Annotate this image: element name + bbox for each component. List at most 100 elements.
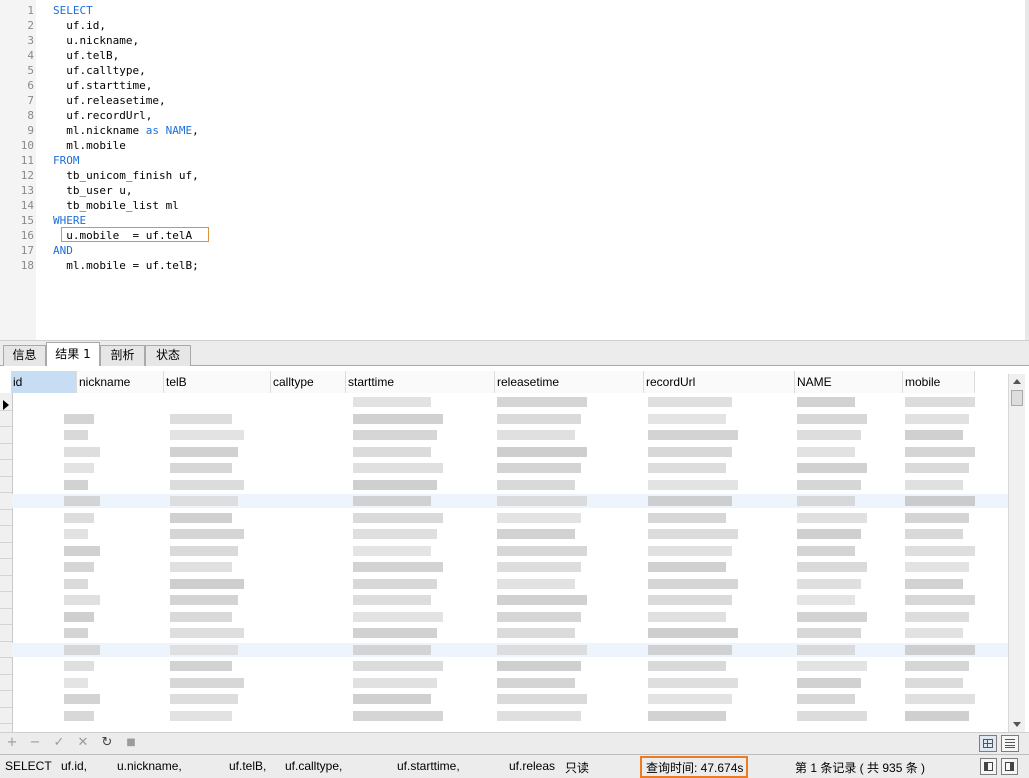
- code-line[interactable]: tb_unicom_finish uf,: [53, 168, 198, 183]
- redacted-cell: [797, 644, 855, 655]
- code-line[interactable]: u.nickname,: [53, 33, 139, 48]
- column-header-name[interactable]: NAME: [795, 371, 903, 393]
- readonly-indicator: 只读: [565, 761, 590, 775]
- code-line[interactable]: uf.releasetime,: [53, 93, 165, 108]
- column-header-mobile[interactable]: mobile: [903, 371, 975, 393]
- redacted-cell: [905, 694, 975, 704]
- redacted-cell: [170, 562, 232, 572]
- status-query-text: uf.releas: [509, 759, 556, 773]
- redacted-cell: [648, 611, 726, 622]
- column-header-id[interactable]: id: [11, 371, 77, 393]
- redacted-cell: [797, 677, 861, 688]
- right-pane-toggle-button[interactable]: [1001, 758, 1018, 775]
- add-record-icon[interactable]: +: [4, 735, 20, 751]
- redacted-cell: [170, 677, 244, 688]
- row-separator: [0, 492, 12, 493]
- redacted-cell: [797, 562, 867, 572]
- form-view-icon: [1005, 739, 1015, 748]
- scroll-up-arrow-icon[interactable]: [1013, 379, 1021, 384]
- sql-text: ,: [192, 124, 199, 137]
- sql-text: uf.telB,: [53, 49, 120, 62]
- sql-text: uf.id,: [53, 19, 106, 32]
- scroll-down-arrow-icon[interactable]: [1013, 722, 1021, 727]
- grid-vertical-scrollbar[interactable]: [1008, 374, 1025, 732]
- stop-icon[interactable]: ■: [123, 735, 139, 751]
- tab-status[interactable]: 状态: [145, 345, 191, 366]
- line-number: 3: [27, 34, 34, 47]
- code-line[interactable]: WHERE: [53, 213, 86, 228]
- grid-view-button[interactable]: [979, 735, 997, 752]
- redacted-cell: [497, 413, 581, 424]
- grid-header: id nickname telB calltype starttime rele…: [0, 371, 1010, 393]
- tab-info[interactable]: 信息: [3, 345, 46, 366]
- redacted-cell: [905, 661, 969, 671]
- redacted-cell: [64, 628, 88, 638]
- redacted-cell: [170, 430, 244, 440]
- redacted-cell: [905, 479, 963, 490]
- redacted-cell: [170, 479, 244, 490]
- column-header-starttime[interactable]: starttime: [346, 371, 495, 393]
- redacted-cell: [64, 710, 94, 721]
- redacted-cell: [905, 446, 975, 457]
- redacted-cell: [353, 463, 443, 473]
- left-pane-toggle-button[interactable]: [980, 758, 997, 775]
- code-line[interactable]: AND: [53, 243, 73, 258]
- column-header-nickname[interactable]: nickname: [77, 371, 164, 393]
- column-header-telb[interactable]: telB: [164, 371, 271, 393]
- redacted-cell: [797, 496, 855, 506]
- tab-result-1[interactable]: 结果 1: [46, 342, 100, 367]
- code-line[interactable]: uf.telB,: [53, 48, 119, 63]
- sql-editor[interactable]: 1 2 3 4 5 6 7 8 9 10 11 12 13 14 15 16 17 18 SELECT uf.id…: [0, 0, 1029, 340]
- redacted-cell: [648, 628, 738, 638]
- code-line[interactable]: ml.mobile: [53, 138, 126, 153]
- sql-text: ml.nickname: [53, 124, 146, 137]
- redacted-cell: [64, 512, 94, 523]
- code-line[interactable]: uf.starttime,: [53, 78, 152, 93]
- result-grid[interactable]: id nickname telB calltype starttime rele…: [0, 366, 1029, 732]
- redacted-cell: [905, 496, 975, 506]
- code-line[interactable]: ml.mobile = uf.telB;: [53, 258, 198, 273]
- redacted-cell: [497, 463, 581, 473]
- line-number: 11: [20, 154, 34, 167]
- column-header-recordurl[interactable]: recordUrl: [644, 371, 795, 393]
- redacted-cell: [497, 628, 575, 638]
- refresh-icon[interactable]: ↻: [99, 735, 115, 751]
- tab-profile[interactable]: 剖析: [100, 345, 145, 366]
- redacted-cell: [648, 529, 738, 539]
- row-selector-gutter[interactable]: [0, 393, 13, 732]
- apply-changes-icon[interactable]: ✓: [51, 735, 67, 751]
- column-header-releasetime[interactable]: releasetime: [495, 371, 644, 393]
- right-pane-icon: [1005, 762, 1014, 771]
- row-separator: [0, 574, 12, 576]
- status-query-text: uf.calltype,: [285, 759, 343, 773]
- code-line[interactable]: uf.id,: [53, 18, 106, 33]
- code-line[interactable]: FROM: [53, 153, 80, 168]
- row-separator: [0, 657, 12, 658]
- redacted-cell: [353, 545, 431, 556]
- code-line[interactable]: uf.recordUrl,: [53, 108, 152, 123]
- column-header-calltype[interactable]: calltype: [271, 371, 346, 393]
- code-line[interactable]: tb_user u,: [53, 183, 132, 198]
- editor-scrollbar[interactable]: [1025, 0, 1029, 340]
- scroll-thumb[interactable]: [1011, 390, 1023, 406]
- discard-changes-icon[interactable]: ✕: [75, 735, 91, 751]
- redacted-cell: [497, 479, 575, 490]
- delete-record-icon[interactable]: −: [27, 735, 43, 751]
- redacted-cell: [353, 446, 431, 457]
- redacted-cell: [497, 694, 587, 704]
- sql-keyword: FROM: [53, 154, 80, 167]
- row-separator: [0, 508, 12, 510]
- row-separator: [0, 459, 12, 460]
- code-line[interactable]: SELECT: [53, 3, 93, 18]
- redacted-cell: [353, 529, 437, 539]
- line-number: 8: [27, 109, 34, 122]
- query-time: 查询时间: 47.674s: [646, 761, 744, 775]
- code-line[interactable]: uf.calltype,: [53, 63, 145, 78]
- redacted-cell: [64, 413, 94, 424]
- line-number: 5: [27, 64, 34, 77]
- status-query-text: uf.id,: [61, 759, 88, 773]
- form-view-button[interactable]: [1001, 735, 1019, 752]
- redacted-cell: [905, 545, 975, 556]
- code-line[interactable]: ml.nickname as NAME,: [53, 123, 199, 138]
- code-line[interactable]: tb_mobile_list ml: [53, 198, 179, 213]
